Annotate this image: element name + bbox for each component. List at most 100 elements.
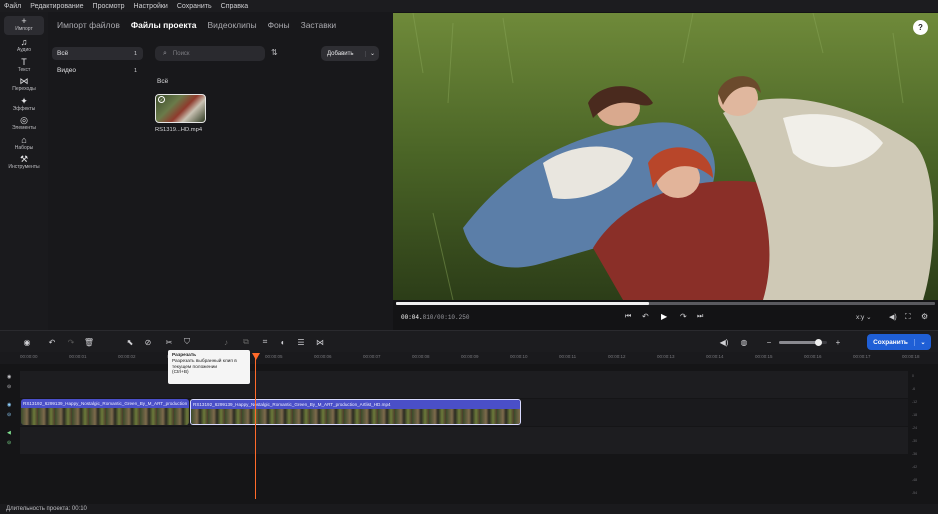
rail-import[interactable]: + Импорт <box>4 16 44 35</box>
gear-icon[interactable]: ⚙ <box>921 312 928 321</box>
media-thumbnail[interactable]: ✓ <box>155 94 206 123</box>
folder-all[interactable]: Всё 1 <box>52 47 143 60</box>
rail-transitions-label: Переходы <box>12 86 36 92</box>
ruler-tick-label: 00:00:11 <box>559 354 577 359</box>
play-icon[interactable]: ▶ <box>661 312 667 321</box>
meter-label: -36 <box>912 452 918 456</box>
mic-icon[interactable]: ♪ <box>220 336 232 348</box>
crop-frame-icon[interactable]: ⧉ <box>240 336 252 348</box>
select-cursor-icon[interactable]: ⬉ <box>124 336 136 348</box>
aspect-select[interactable]: x:y ⌄ <box>856 313 872 321</box>
audio-split-icon[interactable]: ◀) <box>718 336 730 348</box>
transition-icon[interactable]: ⋈ <box>314 336 326 348</box>
rail-tools[interactable]: ⚒ Инструменты <box>4 154 44 173</box>
menu-save[interactable]: Сохранить <box>177 3 212 10</box>
crop-icon[interactable]: ⌗ <box>259 336 271 348</box>
track-audio[interactable] <box>20 427 908 454</box>
add-button[interactable]: Добавить ⌄ <box>321 46 379 61</box>
tab-import-files[interactable]: Импорт файлов <box>57 20 120 30</box>
menu-file[interactable]: Файл <box>4 3 21 10</box>
fullscreen-icon[interactable]: ⛶ <box>905 312 911 322</box>
track-overlay[interactable] <box>20 371 908 398</box>
audio-volume-icon[interactable]: ◀ <box>7 430 11 436</box>
adjust-icon[interactable]: ☰ <box>295 336 307 348</box>
save-chevron-icon[interactable]: ⌄ <box>915 339 931 346</box>
zoom-in-icon[interactable]: + <box>832 336 844 348</box>
playhead-handle[interactable] <box>252 353 260 360</box>
rail-audio-label: Аудио <box>16 47 32 53</box>
video-eye-icon[interactable]: ◉ <box>7 402 11 408</box>
skip-start-icon[interactable]: ⏮ <box>625 313 631 321</box>
rail-text[interactable]: T Текст <box>4 57 44 76</box>
tab-intros[interactable]: Заставки <box>301 20 337 30</box>
timeline-ruler[interactable]: 00:00:0000:00:0100:00:0200:00:0300:00:04… <box>20 352 920 364</box>
zoom-out-icon[interactable]: − <box>763 336 775 348</box>
record-icon[interactable]: ◉ <box>21 336 33 348</box>
clip-2-filmstrip <box>191 409 520 424</box>
step-back-icon[interactable]: ↶ <box>642 312 649 321</box>
sort-icon[interactable]: ⇅ <box>271 48 278 57</box>
used-check-icon: ✓ <box>158 96 165 103</box>
save-button[interactable]: Сохранить ⌄ <box>867 334 931 350</box>
preview-progress-fill <box>396 302 650 305</box>
audio-lock-icon[interactable]: ⊝ <box>7 440 11 446</box>
tab-project-files[interactable]: Файлы проекта <box>131 20 197 30</box>
transitions-icon: ⋈ <box>19 76 29 86</box>
playhead[interactable] <box>255 353 256 499</box>
timeline-toolbar: ◉ ↶ ↷ 🗑 ⬉ ⊘ ✂ ⛉ ♪ ⧉ ⌗ ◐ ☰ ⋈ ◀) ◍ − + Сох… <box>0 330 938 352</box>
rail-sets-label: Наборы <box>14 145 34 151</box>
chevron-down-icon[interactable]: ⌄ <box>366 50 375 57</box>
preview-progress-bar[interactable] <box>396 302 935 305</box>
search-icon: ⌕ <box>163 49 167 57</box>
zoom-slider[interactable] <box>779 339 827 346</box>
menu-view[interactable]: Просмотр <box>93 3 125 10</box>
tools-icon: ⚒ <box>19 154 29 164</box>
shield-icon[interactable]: ⛉ <box>181 336 193 348</box>
ruler-tick-label: 00:00:17 <box>853 354 871 359</box>
folder-video[interactable]: Видео 1 <box>52 64 143 77</box>
menu-settings[interactable]: Настройки <box>134 3 168 10</box>
scissors-icon[interactable]: ✂ <box>163 336 175 348</box>
ruler-tick-label: 00:00:15 <box>755 354 773 359</box>
skip-end-icon[interactable]: ⏭ <box>697 313 703 321</box>
rail-sets[interactable]: ⌂ Наборы <box>4 135 44 154</box>
rail-transitions[interactable]: ⋈ Переходы <box>4 76 44 95</box>
search-input[interactable]: ⌕ Поиск <box>155 46 265 61</box>
marker-icon[interactable]: ⊘ <box>142 336 154 348</box>
ruler-tick-label: 00:00:16 <box>804 354 822 359</box>
rail-effects-label: Эффекты <box>12 106 36 112</box>
volume-icon[interactable]: ◀) <box>889 313 897 321</box>
rail-audio[interactable]: ♫ Аудио <box>4 37 44 56</box>
sets-icon: ⌂ <box>21 135 27 145</box>
save-button-label: Сохранить <box>867 338 915 346</box>
lock-icon[interactable]: ⊝ <box>7 384 11 390</box>
project-duration: Длительность проекта: 00:10 <box>0 504 938 514</box>
time-current: 00:04. <box>401 314 423 321</box>
music-icon: ♫ <box>20 37 28 47</box>
step-forward-icon[interactable]: ↷ <box>680 312 687 321</box>
rail-effects[interactable]: ✦ Эффекты <box>4 96 44 115</box>
video-clip-1[interactable]: RS13192_6299139_Happy_Nostalgic_Romantic… <box>21 399 189 425</box>
menu-help[interactable]: Справка <box>221 3 248 10</box>
tab-backgrounds[interactable]: Фоны <box>268 20 290 30</box>
delete-icon[interactable]: 🗑 <box>83 336 95 348</box>
tool-rail: + Импорт ♫ Аудио T Текст ⋈ Переходы ✦ Эф… <box>0 12 48 330</box>
clip-1-filmstrip <box>21 408 189 425</box>
video-frame[interactable]: ? <box>393 13 938 300</box>
video-lock-icon[interactable]: ⊝ <box>7 412 11 418</box>
ruler-tick-label: 00:00:12 <box>608 354 626 359</box>
help-icon[interactable]: ? <box>913 20 928 35</box>
magnet-icon[interactable]: ◍ <box>738 336 750 348</box>
menu-edit[interactable]: Редактирование <box>30 3 83 10</box>
zoom-slider-handle[interactable] <box>815 339 822 346</box>
tab-videoclips[interactable]: Видеоклипы <box>207 20 256 30</box>
undo-icon[interactable]: ↶ <box>46 336 58 348</box>
group-label: Всё <box>157 78 169 85</box>
rail-elements[interactable]: ◎ Элементы <box>4 115 44 134</box>
speed-icon[interactable]: ◐ <box>277 336 289 348</box>
redo-icon[interactable]: ↷ <box>65 336 77 348</box>
eye-icon[interactable]: ◉ <box>7 374 11 380</box>
media-panel: Импорт файлов Файлы проекта Видеоклипы Ф… <box>48 12 393 330</box>
video-clip-2[interactable]: RS13192_6299139_Happy_Nostalgic_Romantic… <box>190 399 521 425</box>
meter-label: -48 <box>912 478 918 482</box>
